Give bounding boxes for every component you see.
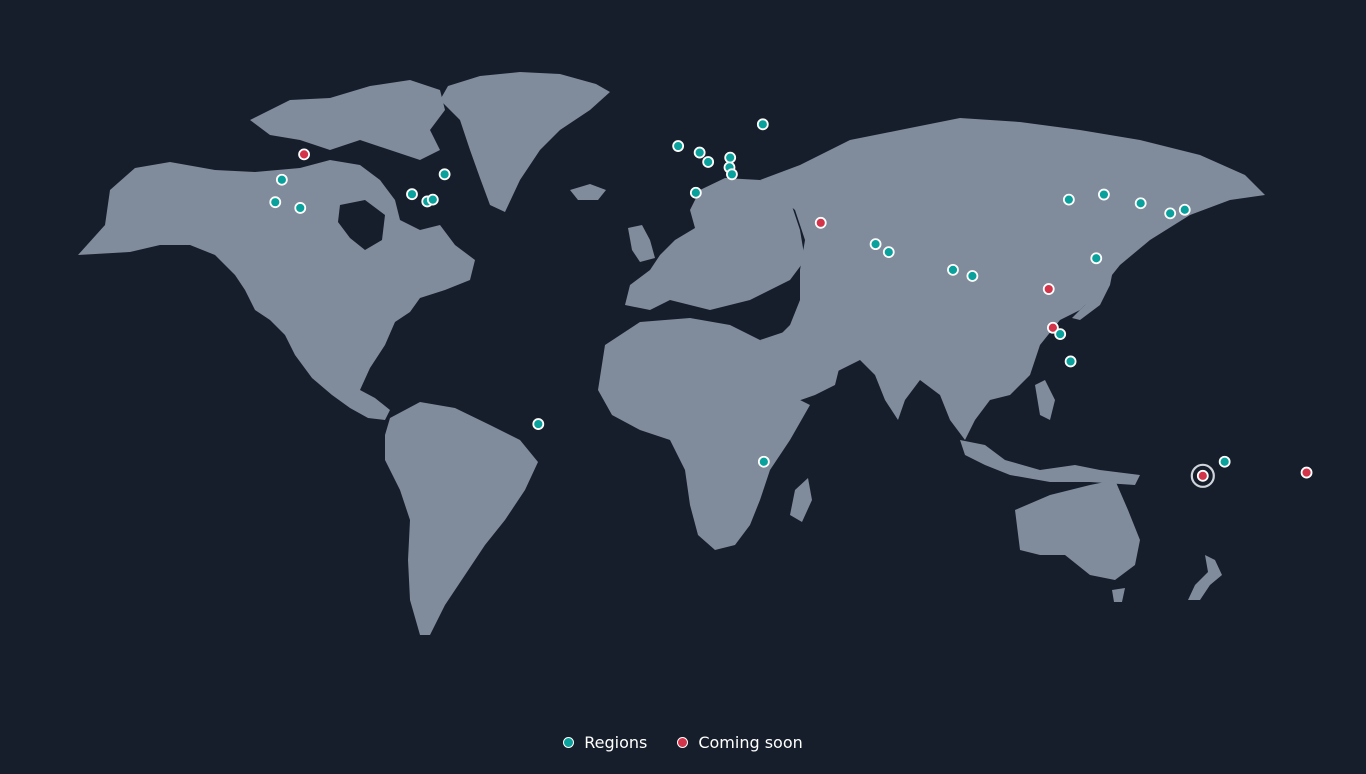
- regions-dot-icon: [563, 737, 575, 748]
- new-zealand-landmass: [1188, 555, 1222, 600]
- region-marker-oregon[interactable]: [275, 173, 288, 186]
- map-legend: Regions Coming soon: [0, 733, 1366, 752]
- region-marker-spain[interactable]: [689, 186, 702, 199]
- region-marker-montreal[interactable]: [438, 168, 451, 181]
- region-marker-paris[interactable]: [702, 156, 715, 168]
- asia-landmass: [760, 118, 1265, 440]
- region-marker-mumbai[interactable]: [947, 263, 959, 276]
- philippines-landmass: [1035, 380, 1055, 420]
- coming-soon-marker-calgary[interactable]: [298, 148, 310, 161]
- europe-landmass: [625, 178, 805, 310]
- tasmania-landmass: [1112, 588, 1125, 602]
- region-marker-london[interactable]: [693, 146, 706, 159]
- region-marker-seoul[interactable]: [1134, 197, 1147, 210]
- region-marker-beijing[interactable]: [1098, 188, 1110, 201]
- legend-coming-soon: Coming soon: [677, 733, 803, 752]
- coming-soon-dot-icon: [677, 737, 689, 748]
- region-marker-sydney[interactable]: [1218, 455, 1231, 468]
- legend-coming-soon-label: Coming soon: [698, 733, 803, 752]
- region-marker-ningxia[interactable]: [1062, 193, 1075, 206]
- madagascar-landmass: [790, 478, 812, 522]
- region-marker-cape-town[interactable]: [757, 455, 770, 468]
- region-marker-hong-kong[interactable]: [1090, 252, 1103, 265]
- region-marker-sao-paulo[interactable]: [532, 418, 545, 430]
- region-marker-las-vegas[interactable]: [294, 202, 307, 214]
- region-marker-singapore[interactable]: [1054, 328, 1067, 341]
- region-marker-jakarta[interactable]: [1064, 355, 1077, 368]
- land-masses: [78, 72, 1265, 635]
- region-marker-tokyo[interactable]: [1178, 203, 1191, 216]
- coming-soon-marker-auckland[interactable]: [1300, 466, 1313, 479]
- iceland-landmass: [570, 184, 606, 200]
- south-america-landmass: [385, 402, 538, 635]
- indonesia-landmass: [960, 440, 1140, 485]
- british-isles-landmass: [628, 225, 655, 262]
- region-marker-stockholm[interactable]: [756, 118, 769, 131]
- region-marker-hyderabad[interactable]: [966, 270, 979, 282]
- coming-soon-marker-tel-aviv[interactable]: [814, 216, 827, 229]
- coming-soon-marker-melbourne[interactable]: [1196, 469, 1209, 482]
- arctic-islands-landmass: [250, 80, 445, 160]
- region-marker-osaka[interactable]: [1164, 207, 1177, 220]
- region-marker-ohio[interactable]: [406, 188, 418, 201]
- region-marker-washington-dc[interactable]: [426, 193, 439, 206]
- legend-regions-label: Regions: [584, 733, 648, 752]
- australia-landmass: [1015, 480, 1140, 580]
- legend-regions: Regions: [563, 733, 647, 752]
- region-marker-ireland[interactable]: [672, 140, 685, 152]
- coming-soon-marker-bangkok[interactable]: [1042, 283, 1055, 295]
- region-marker-bahrain[interactable]: [869, 238, 882, 251]
- region-marker-uae[interactable]: [882, 246, 895, 259]
- world-map: [78, 72, 1313, 635]
- region-marker-frankfurt[interactable]: [724, 151, 737, 164]
- region-marker-n-california[interactable]: [269, 196, 282, 209]
- region-marker-milan[interactable]: [726, 168, 738, 181]
